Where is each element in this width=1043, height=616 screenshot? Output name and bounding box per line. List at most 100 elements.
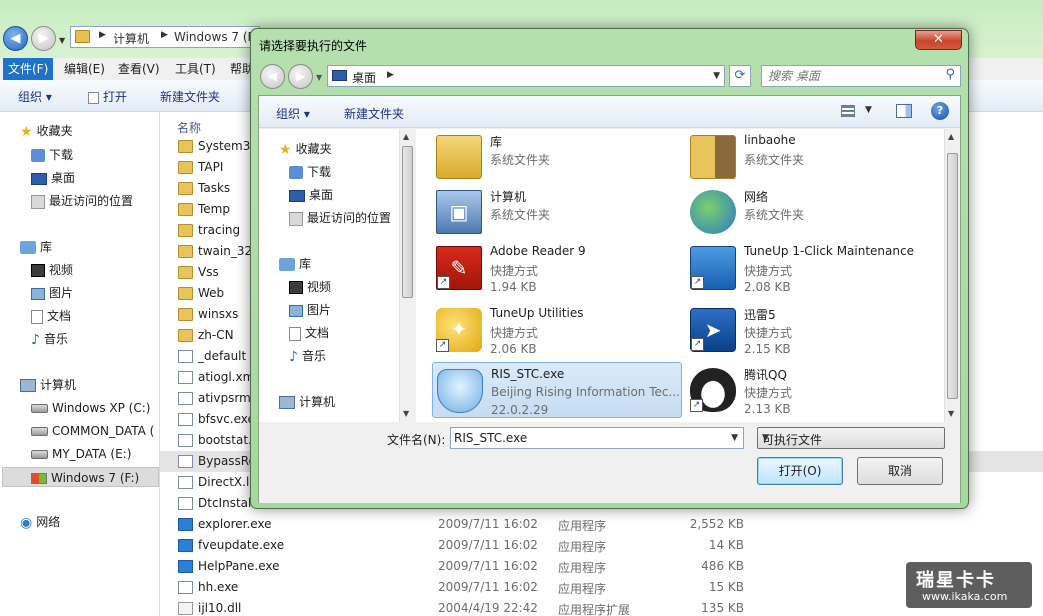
file-tile[interactable]: RIS_STC.exe Beijing Rising Information Te… [432,362,682,418]
explorer-address-bar[interactable]: ▶ 计算机 ▶ Windows 7 (F [70,26,260,48]
tree-videos[interactable]: 视频 [289,277,331,297]
filename-combobox[interactable]: ▼ [450,427,744,449]
new-folder-button[interactable]: 新建文件夹 [160,88,220,105]
tree-favorites[interactable]: ★ 收藏夹 [279,139,332,159]
nav-documents[interactable]: 文档 [31,306,71,326]
menu-view[interactable]: 查看(V) [113,58,165,80]
menu-file[interactable]: 文件(F) [3,58,54,80]
file-tile[interactable]: 库系统文件夹 [432,129,682,185]
recent-pages-dropdown[interactable]: ▼ [59,36,65,45]
nav-pictures[interactable]: 图片 [31,283,73,303]
file-tile[interactable]: ➤ ↗ 迅雷5 快捷方式 2.15 KB [686,302,936,358]
file-tile[interactable]: ✎ ↗ Adobe Reader 9 快捷方式 1.94 KB [432,240,682,296]
tree-scrollbar[interactable]: ▲ ▼ [399,129,415,422]
file-tile[interactable]: ▣ 计算机 系统文件夹 [432,184,682,240]
filename-input[interactable] [454,430,714,446]
nav-drive-e[interactable]: MY_DATA (E:) [31,444,131,464]
view-options-icon[interactable] [841,105,855,117]
nav-network[interactable]: ◉ 网络 [20,512,60,532]
dialog-forward-button[interactable]: ▶ [288,64,313,89]
files-scroll-thumb[interactable] [947,153,958,399]
forward-button[interactable]: ▶ [31,26,56,51]
breadcrumb-separator[interactable]: ▶ [161,30,168,40]
back-button[interactable]: ◀ [3,26,28,51]
view-dropdown-icon[interactable]: ▼ [865,105,872,115]
open-button[interactable]: 打开(O) [757,457,843,485]
cancel-button[interactable]: 取消 [857,457,943,485]
scroll-down-icon[interactable]: ▼ [403,409,409,418]
breadcrumb-computer[interactable]: 计算机 [113,30,149,47]
scroll-up-icon[interactable]: ▲ [948,132,954,141]
nav-computer[interactable]: 计算机 [20,375,76,395]
menu-edit[interactable]: 编辑(E) [59,58,110,80]
breadcrumb-separator[interactable]: ▶ [387,70,394,80]
column-header-name[interactable]: 名称 [177,119,201,136]
file-tile[interactable]: ✦ ↗ TuneUp Utilities 快捷方式 2.06 KB [432,302,682,358]
close-button[interactable]: ✕ [915,30,962,50]
search-input[interactable] [768,68,928,84]
application-icon [178,560,193,573]
dialog-new-folder-button[interactable]: 新建文件夹 [344,105,404,122]
scroll-down-icon[interactable]: ▼ [948,409,954,418]
tree-documents[interactable]: 文档 [289,323,329,343]
tile-description: 系统文件夹 [744,208,805,222]
folder-icon [178,182,193,195]
tree-libraries[interactable]: 库 [279,254,311,274]
search-box[interactable]: ⚲ [761,65,961,87]
file-size: 15 KB [708,580,744,594]
chevron-down-icon[interactable]: ▼ [731,433,738,443]
file-tile[interactable]: ↗ 腾讯QQ 快捷方式 2.13 KB [686,362,936,418]
breadcrumb-separator[interactable]: ▶ [99,30,106,40]
tree-desktop[interactable]: 桌面 [289,185,333,205]
breadcrumb-desktop[interactable]: 桌面 [352,69,376,86]
help-icon[interactable]: ? [931,102,949,120]
nav-network-label: 网络 [36,515,61,529]
tree-recent-places[interactable]: 最近访问的位置 [289,208,391,228]
file-row[interactable]: fveupdate.exe 2009/7/11 16:02 应用程序 14 KB [160,535,1043,556]
file-row[interactable]: explorer.exe 2009/7/11 16:02 应用程序 2,552 KB [160,514,1043,535]
dialog-organize-button[interactable]: 组织 ▾ [276,105,310,122]
nav-videos[interactable]: 视频 [31,260,73,280]
nav-drive-e-label: MY_DATA (E:) [52,447,132,461]
nav-music[interactable]: ♪ 音乐 [31,329,68,349]
shortcut-arrow-icon: ↗ [690,399,703,412]
tree-documents-label: 文档 [305,326,330,340]
tree-music[interactable]: ♪ 音乐 [289,346,326,366]
organize-button[interactable]: 组织 ▾ [18,88,52,105]
dialog-back-button[interactable]: ◀ [260,64,285,89]
files-scrollbar[interactable]: ▲ ▼ [944,129,960,422]
folder-icon [178,287,193,300]
refresh-button[interactable]: ⟳ [729,65,751,87]
preview-pane-icon[interactable] [896,104,912,118]
nav-drive-d[interactable]: COMMON_DATA ( [31,421,154,441]
menu-tools[interactable]: 工具(T) [170,58,221,80]
nav-desktop[interactable]: 桌面 [31,168,75,188]
star-icon: ★ [279,141,292,158]
recent-places-icon [289,211,303,226]
nav-drive-f[interactable]: Windows 7 (F:) [2,467,159,487]
adobe-reader-icon: ✎ ↗ [436,246,482,290]
nav-favorites[interactable]: ★ 收藏夹 [20,121,73,141]
tree-computer[interactable]: 计算机 [279,392,335,412]
tree-scroll-thumb[interactable] [402,146,413,298]
open-label: 打开 [103,90,128,104]
nav-recent-places[interactable]: 最近访问的位置 [31,191,133,211]
dialog-recent-dropdown[interactable]: ▼ [316,73,322,82]
file-tile[interactable]: 网络 系统文件夹 [686,184,936,240]
open-button[interactable]: 打开 [88,88,127,105]
nav-libraries[interactable]: 库 [20,237,52,257]
tree-pictures[interactable]: 图片 [289,300,331,320]
file-tile[interactable]: linbaohe 系统文件夹 [686,129,936,185]
tree-downloads[interactable]: 下载 [289,162,331,182]
nav-downloads[interactable]: 下载 [31,145,73,165]
search-icon[interactable]: ⚲ [945,67,955,82]
music-icon: ♪ [289,348,298,365]
nav-drive-c-label: Windows XP (C:) [52,401,151,415]
filetype-select[interactable]: 可执行文件 ▼ [757,427,945,449]
breadcrumb-drive[interactable]: Windows 7 (F [174,30,254,44]
nav-drive-c[interactable]: Windows XP (C:) [31,398,150,418]
chevron-down-icon[interactable]: ▼ [713,71,720,81]
file-tile[interactable]: ↗ TuneUp 1-Click Maintenance 快捷方式 2.08 KB [686,240,936,296]
dialog-address-bar[interactable]: 桌面 ▶ ▼ [327,65,725,87]
scroll-up-icon[interactable]: ▲ [403,132,409,141]
